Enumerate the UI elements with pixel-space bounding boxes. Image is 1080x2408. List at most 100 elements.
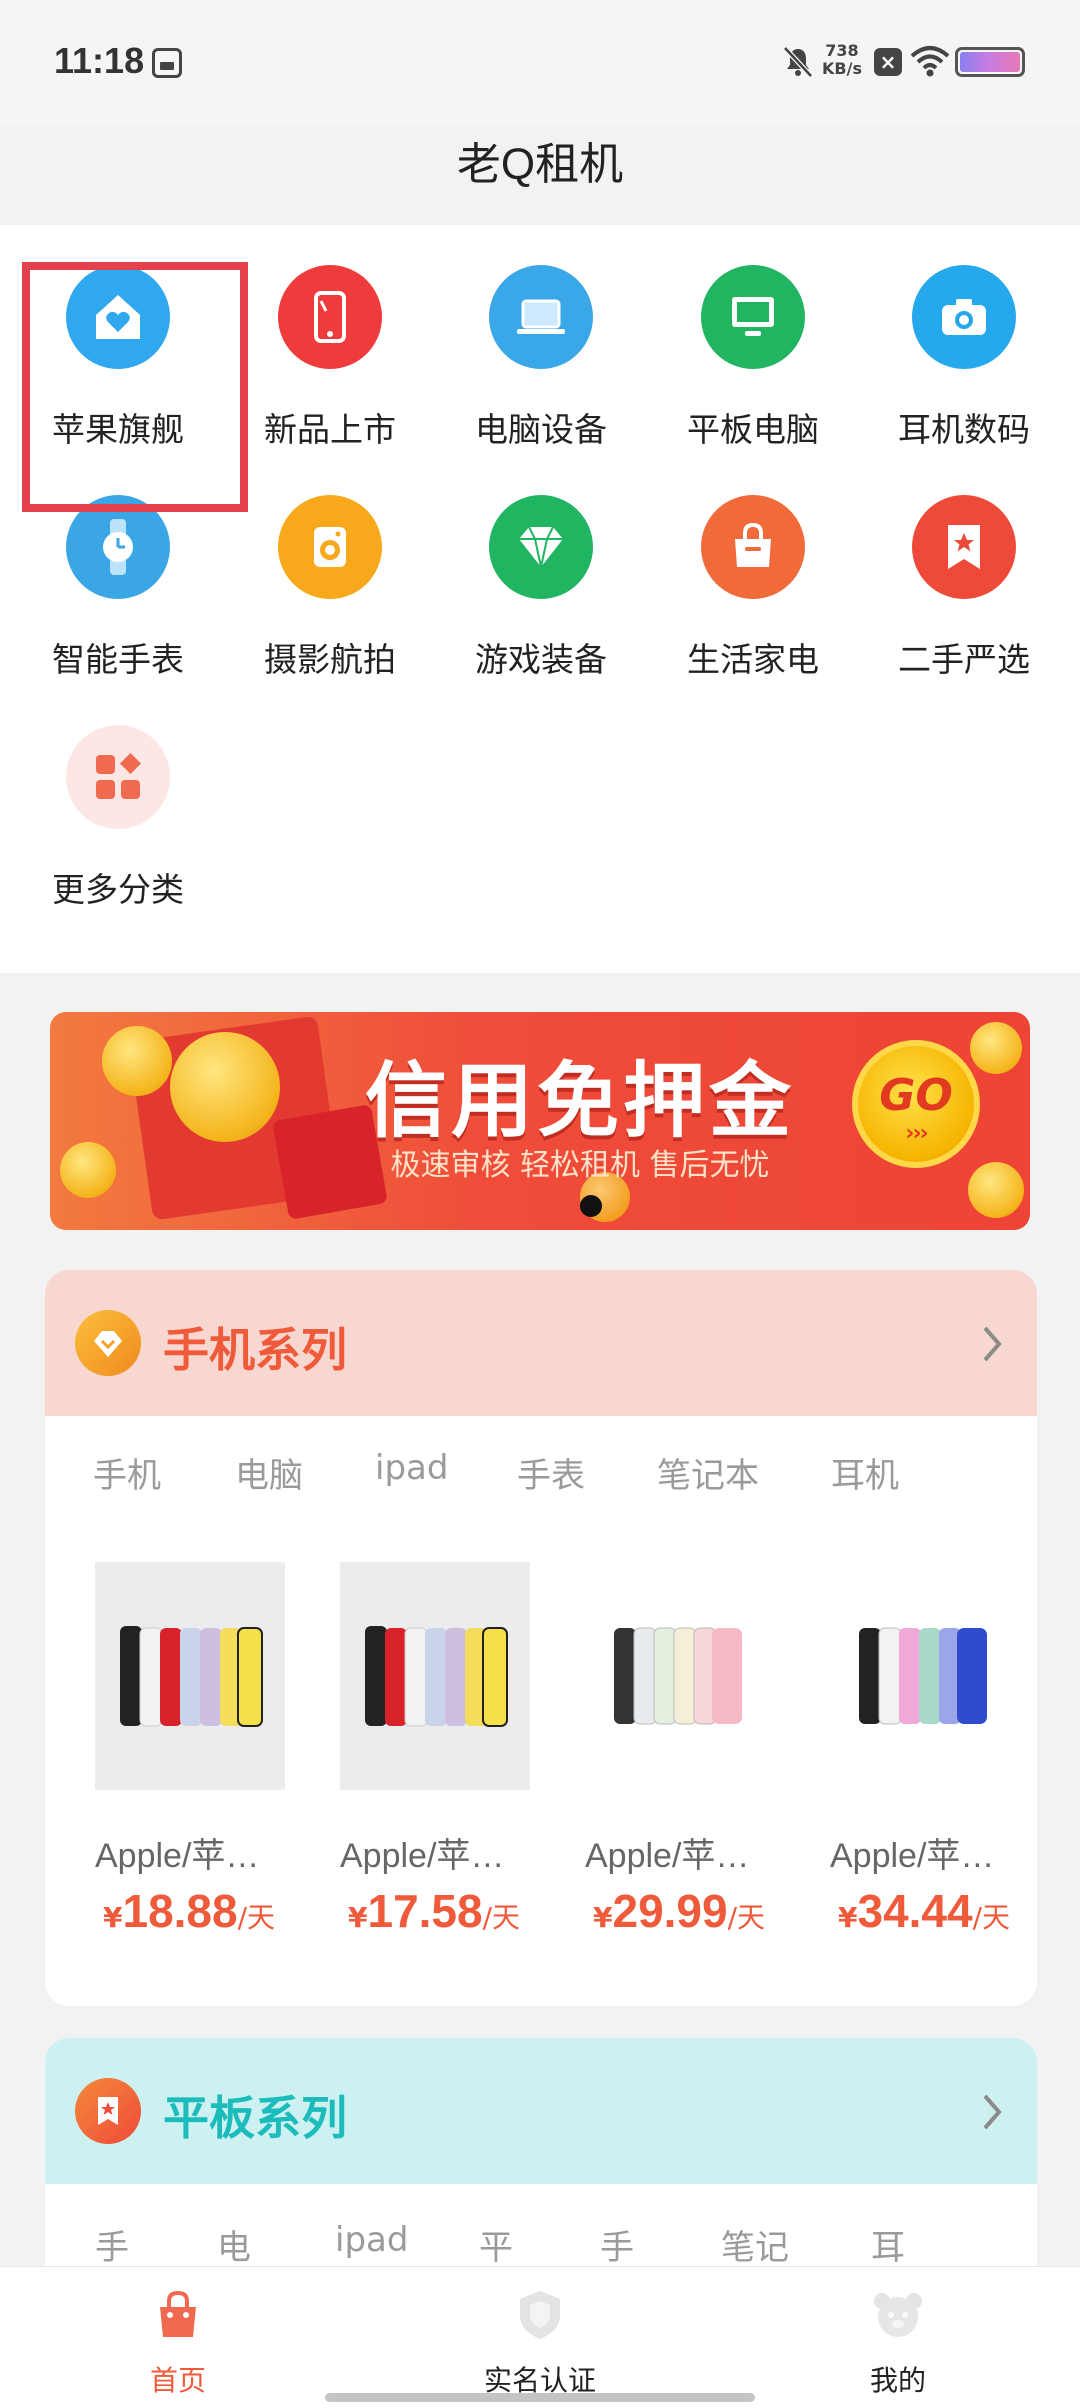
product-card[interactable]: Apple/苹… ¥29.99/天 bbox=[585, 1562, 785, 1942]
coin-graphic bbox=[968, 1162, 1024, 1218]
ribbon-star-icon bbox=[75, 2078, 141, 2144]
category-label: 二手严选 bbox=[898, 640, 1030, 679]
product-image bbox=[830, 1562, 1020, 1790]
bag-icon bbox=[701, 495, 805, 599]
product-name: Apple/苹… bbox=[585, 1837, 750, 1875]
product-card[interactable]: Apple/苹… ¥17.58/天 bbox=[340, 1562, 540, 1942]
category-computers[interactable]: 电脑设备 bbox=[461, 225, 621, 449]
price-value: 29.99 bbox=[612, 1885, 728, 1937]
coin-graphic bbox=[970, 1022, 1022, 1074]
monitor-icon bbox=[701, 265, 805, 369]
nav-profile-label: 我的 bbox=[869, 2364, 926, 2397]
coin-graphic bbox=[60, 1142, 116, 1198]
product-image bbox=[340, 1562, 530, 1790]
nav-home[interactable]: 首页 bbox=[78, 2267, 278, 2408]
nav-verification[interactable]: 实名认证 bbox=[440, 2267, 640, 2408]
subtab-phone[interactable]: 手 bbox=[95, 2220, 129, 2266]
subtab-tablet[interactable]: 平 bbox=[479, 2220, 513, 2266]
category-label: 更多分类 bbox=[52, 870, 184, 909]
product-card[interactable]: Apple/苹… ¥18.88/天 bbox=[95, 1562, 295, 1942]
price-value: 18.88 bbox=[122, 1885, 238, 1937]
category-label: 平板电脑 bbox=[687, 410, 819, 449]
network-speed: 738 KB/s bbox=[822, 42, 862, 78]
subtab-watch[interactable]: 手表 bbox=[517, 1448, 585, 1497]
notification-x-icon: × bbox=[874, 48, 902, 76]
price-unit: /天 bbox=[482, 1901, 521, 1934]
price-unit: /天 bbox=[727, 1901, 766, 1934]
subtab-phone[interactable]: 手机 bbox=[93, 1448, 161, 1497]
category-home-appliances[interactable]: 生活家电 bbox=[673, 455, 833, 679]
coin-graphic bbox=[170, 1032, 280, 1142]
category-tablets[interactable]: 平板电脑 bbox=[673, 225, 833, 449]
phone-series-title: 手机系列 bbox=[163, 1323, 347, 1377]
product-image bbox=[585, 1562, 775, 1790]
go-button[interactable]: GO ››› bbox=[852, 1040, 980, 1168]
bell-muted-icon bbox=[783, 46, 813, 78]
profile-bear-icon bbox=[874, 2293, 922, 2337]
subtab-watch[interactable]: 手 bbox=[600, 2220, 634, 2266]
category-label: 新品上市 bbox=[264, 410, 396, 449]
category-gaming-gear[interactable]: 游戏装备 bbox=[461, 455, 621, 679]
price-value: 34.44 bbox=[857, 1885, 973, 1937]
go-label: GO bbox=[879, 1070, 953, 1121]
category-more[interactable]: 更多分类 bbox=[38, 685, 198, 909]
phone-series-tabs: 手机 电脑 ipad 手表 笔记本 耳机 bbox=[45, 1448, 1037, 1508]
subtab-computer[interactable]: 电 bbox=[217, 2220, 251, 2266]
subtab-notebook[interactable]: 笔记 bbox=[721, 2220, 789, 2266]
subtab-ipad[interactable]: ipad bbox=[335, 2220, 408, 2260]
diamond-icon bbox=[489, 495, 593, 599]
promo-banner[interactable]: 信用免押金 极速审核 轻松租机 售后无忧 GO ››› bbox=[50, 1012, 1030, 1230]
category-label: 耳机数码 bbox=[898, 410, 1030, 449]
shield-icon bbox=[520, 2291, 560, 2339]
camera-icon bbox=[912, 265, 1016, 369]
category-earphones-digital[interactable]: 耳机数码 bbox=[884, 225, 1044, 449]
price-currency: ¥ bbox=[593, 1901, 613, 1934]
product-card[interactable]: Apple/苹… ¥34.44/天 bbox=[830, 1562, 1030, 1942]
phone-series-header[interactable]: 手机系列 bbox=[45, 1270, 1037, 1416]
sim-card-icon bbox=[152, 48, 182, 78]
home-indicator bbox=[325, 2393, 755, 2402]
subtab-ipad[interactable]: ipad bbox=[375, 1448, 448, 1488]
price-currency: ¥ bbox=[348, 1901, 368, 1934]
tablet-series-header[interactable]: 平板系列 bbox=[45, 2038, 1037, 2184]
price-unit: /天 bbox=[972, 1901, 1011, 1934]
subtab-computer[interactable]: 电脑 bbox=[235, 1448, 303, 1497]
nav-profile[interactable]: 我的 bbox=[798, 2267, 998, 2408]
status-time: 11:18 bbox=[54, 40, 145, 81]
phone-series-section: 手机系列 手机 电脑 ipad 手表 笔记本 耳机 Apple/苹… ¥18.8… bbox=[45, 1270, 1037, 2006]
banner-title: 信用免押金 bbox=[364, 1054, 795, 1149]
laptop-icon bbox=[489, 265, 593, 369]
battery-icon bbox=[955, 47, 1025, 77]
category-photography[interactable]: 摄影航拍 bbox=[250, 455, 410, 679]
category-label: 摄影航拍 bbox=[264, 640, 396, 679]
subtab-earphones[interactable]: 耳 bbox=[871, 2220, 905, 2266]
phone-icon bbox=[278, 265, 382, 369]
nav-home-label: 首页 bbox=[149, 2364, 206, 2397]
subtab-earphones[interactable]: 耳机 bbox=[831, 1448, 899, 1497]
category-second-hand[interactable]: 二手严选 bbox=[884, 455, 1044, 679]
price-value: 17.58 bbox=[367, 1885, 483, 1937]
chevron-right-icon[interactable] bbox=[977, 2088, 1007, 2136]
product-price: ¥18.88/天 bbox=[103, 1884, 275, 1938]
category-label: 游戏装备 bbox=[475, 640, 607, 679]
carousel-indicator[interactable] bbox=[580, 1195, 602, 1217]
product-name: Apple/苹… bbox=[340, 1837, 505, 1875]
category-new-arrivals[interactable]: 新品上市 bbox=[250, 225, 410, 449]
subtab-notebook[interactable]: 笔记本 bbox=[657, 1448, 759, 1497]
wifi-icon bbox=[910, 46, 950, 77]
price-currency: ¥ bbox=[838, 1901, 858, 1934]
product-price: ¥29.99/天 bbox=[593, 1884, 765, 1938]
network-speed-unit: KB/s bbox=[822, 59, 862, 78]
category-label: 电脑设备 bbox=[475, 410, 607, 449]
network-speed-value: 738 bbox=[825, 41, 859, 60]
go-arrows: ››› bbox=[905, 1121, 928, 1146]
tablet-series-tabs: 手 电 ipad 平 手 笔记 耳 bbox=[45, 2220, 1037, 2266]
chevron-right-icon[interactable] bbox=[977, 1320, 1007, 1368]
product-price: ¥34.44/天 bbox=[838, 1884, 1010, 1938]
product-name: Apple/苹… bbox=[830, 1837, 995, 1875]
product-image bbox=[95, 1562, 285, 1790]
page-title: 老Q租机 bbox=[456, 140, 624, 189]
banner-subtitle: 极速审核 轻松租机 售后无忧 bbox=[390, 1148, 770, 1183]
product-name: Apple/苹… bbox=[95, 1837, 260, 1875]
bottom-nav: 首页 实名认证 我的 bbox=[0, 2266, 1080, 2408]
